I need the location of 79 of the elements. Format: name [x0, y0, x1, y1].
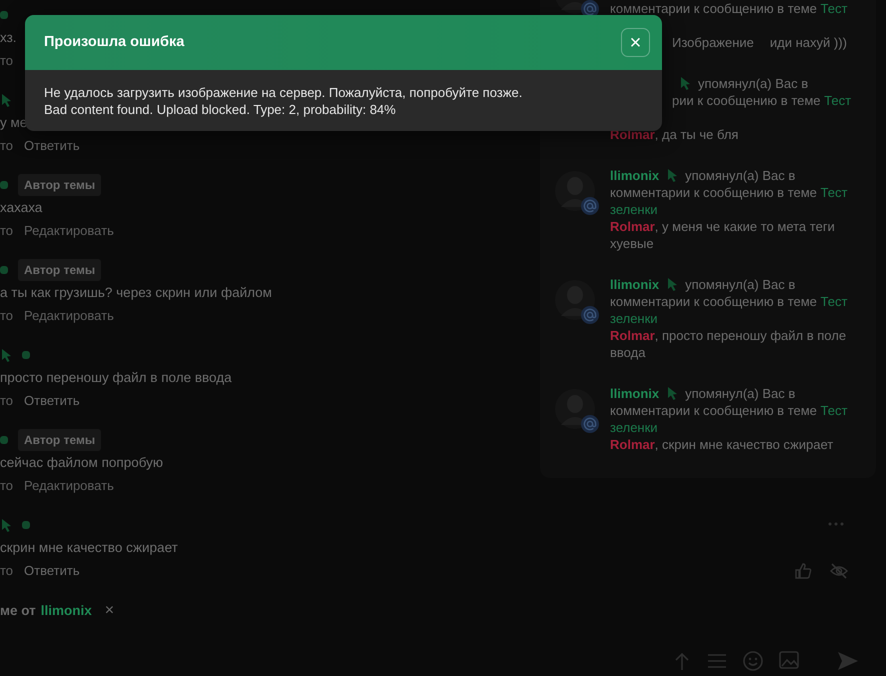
meta-text: то	[0, 137, 14, 156]
notification-text: , скрин мне качество сжирает	[654, 436, 834, 453]
reply-label: ме от	[0, 602, 36, 620]
notification-text: комментарии к сообщению в теме	[610, 184, 818, 201]
username-link[interactable]: llimonix	[40, 600, 92, 622]
cursor-icon	[0, 518, 12, 532]
rank-icon	[666, 277, 678, 292]
notification-text: иди нахуй )))	[770, 34, 847, 51]
username-link[interactable]: llimonix	[610, 276, 660, 293]
notification-text: упомянул(а) Вас в	[685, 276, 796, 293]
notification-text: комментарии к сообщению в теме	[610, 293, 818, 310]
edit-link[interactable]: Редактировать	[24, 476, 114, 496]
meta-text: то	[0, 307, 14, 326]
meta-text: то	[0, 222, 14, 240]
message-text: хз.	[0, 29, 17, 47]
author-badge: Автор темы	[18, 259, 102, 281]
notification-text: рии к сообщению в теме	[672, 92, 822, 109]
thumbs-up-icon	[794, 562, 812, 580]
meta-text: то	[0, 477, 14, 496]
notification-text: хуевые	[610, 235, 654, 252]
send-icon	[836, 650, 860, 672]
notification-text: , просто переношу файл в поле	[654, 327, 846, 344]
username-link[interactable]: Rolmar	[610, 327, 655, 344]
author-badge: Автор темы	[18, 174, 102, 196]
username-link[interactable]: Rolmar	[610, 218, 655, 235]
message-text: сейчас файлом попробую	[0, 454, 164, 472]
username-link[interactable]: Rolmar	[610, 436, 655, 453]
message-text: а ты как грузишь? через скрин или файлом	[0, 284, 272, 302]
cursor-icon	[0, 348, 12, 362]
username-link[interactable]: llimonix	[610, 167, 660, 184]
rank-icon	[666, 168, 678, 183]
notification-text: упомянул(а) Вас в	[685, 385, 796, 402]
avatar	[555, 280, 595, 320]
notification-text: упомянул(а) Вас в	[685, 167, 796, 184]
notification-text: ввода	[610, 344, 646, 361]
meta-text: то	[0, 562, 14, 580]
reply-link[interactable]: Ответить	[24, 391, 80, 411]
topic-link[interactable]: Тест	[820, 184, 848, 201]
reply-link[interactable]: Ответить	[24, 561, 80, 581]
mention-icon	[581, 197, 599, 215]
close-button[interactable]: ×	[104, 599, 114, 623]
hidden-icon	[830, 562, 848, 580]
edit-link[interactable]: Редактировать	[24, 221, 114, 241]
notification-text: комментарии к сообщению в теме	[610, 402, 818, 419]
rank-icon	[666, 386, 678, 401]
avatar	[555, 389, 595, 429]
notification-text: , да ты че бля	[654, 126, 738, 143]
error-message: Не удалось загрузить изображение на сервер. Пожалуйста, попробуйте позже.	[44, 84, 524, 101]
meta-text: то	[0, 52, 14, 70]
topic-link[interactable]: Тест	[820, 402, 848, 419]
mention-icon	[581, 306, 599, 324]
notification-text: Изображение	[672, 34, 754, 51]
author-badge: Автор темы	[18, 429, 102, 451]
message-text: скрин мне качество сжирает	[0, 539, 178, 557]
topic-link[interactable]: Тест	[820, 0, 848, 17]
topic-link[interactable]: Тест	[820, 293, 848, 310]
topic-link[interactable]: зеленки	[610, 201, 658, 218]
notification-text: комментарии к сообщению в теме	[610, 0, 818, 17]
more-icon	[828, 522, 844, 526]
topic-link[interactable]: Тест	[824, 92, 852, 109]
rank-icon	[679, 76, 691, 91]
meta-text: то	[0, 392, 14, 410]
message-text: просто переношу файл в поле ввода	[0, 369, 232, 387]
image-icon	[778, 650, 800, 670]
cursor-icon	[0, 92, 12, 108]
notification-text: упомянул(а) Вас в	[698, 75, 808, 92]
close-button[interactable]: ×	[621, 28, 650, 57]
topic-link[interactable]: зеленки	[610, 419, 658, 436]
avatar	[555, 171, 595, 211]
emoji-icon	[742, 650, 764, 672]
topic-link[interactable]: зеленки	[610, 310, 658, 327]
message-text: хахаха	[0, 199, 42, 217]
error-message: Bad content found. Upload blocked. Type: 2, probability: 84%	[44, 101, 397, 118]
username-link[interactable]: llimonix	[610, 385, 660, 402]
reply-link[interactable]: Ответить	[24, 136, 80, 156]
dialog-title: Произошла ошибка	[44, 32, 184, 52]
notification-text: , у меня че какие то мета теги	[654, 218, 835, 235]
mention-icon	[581, 415, 599, 433]
edit-link[interactable]: Редактировать	[24, 306, 114, 326]
